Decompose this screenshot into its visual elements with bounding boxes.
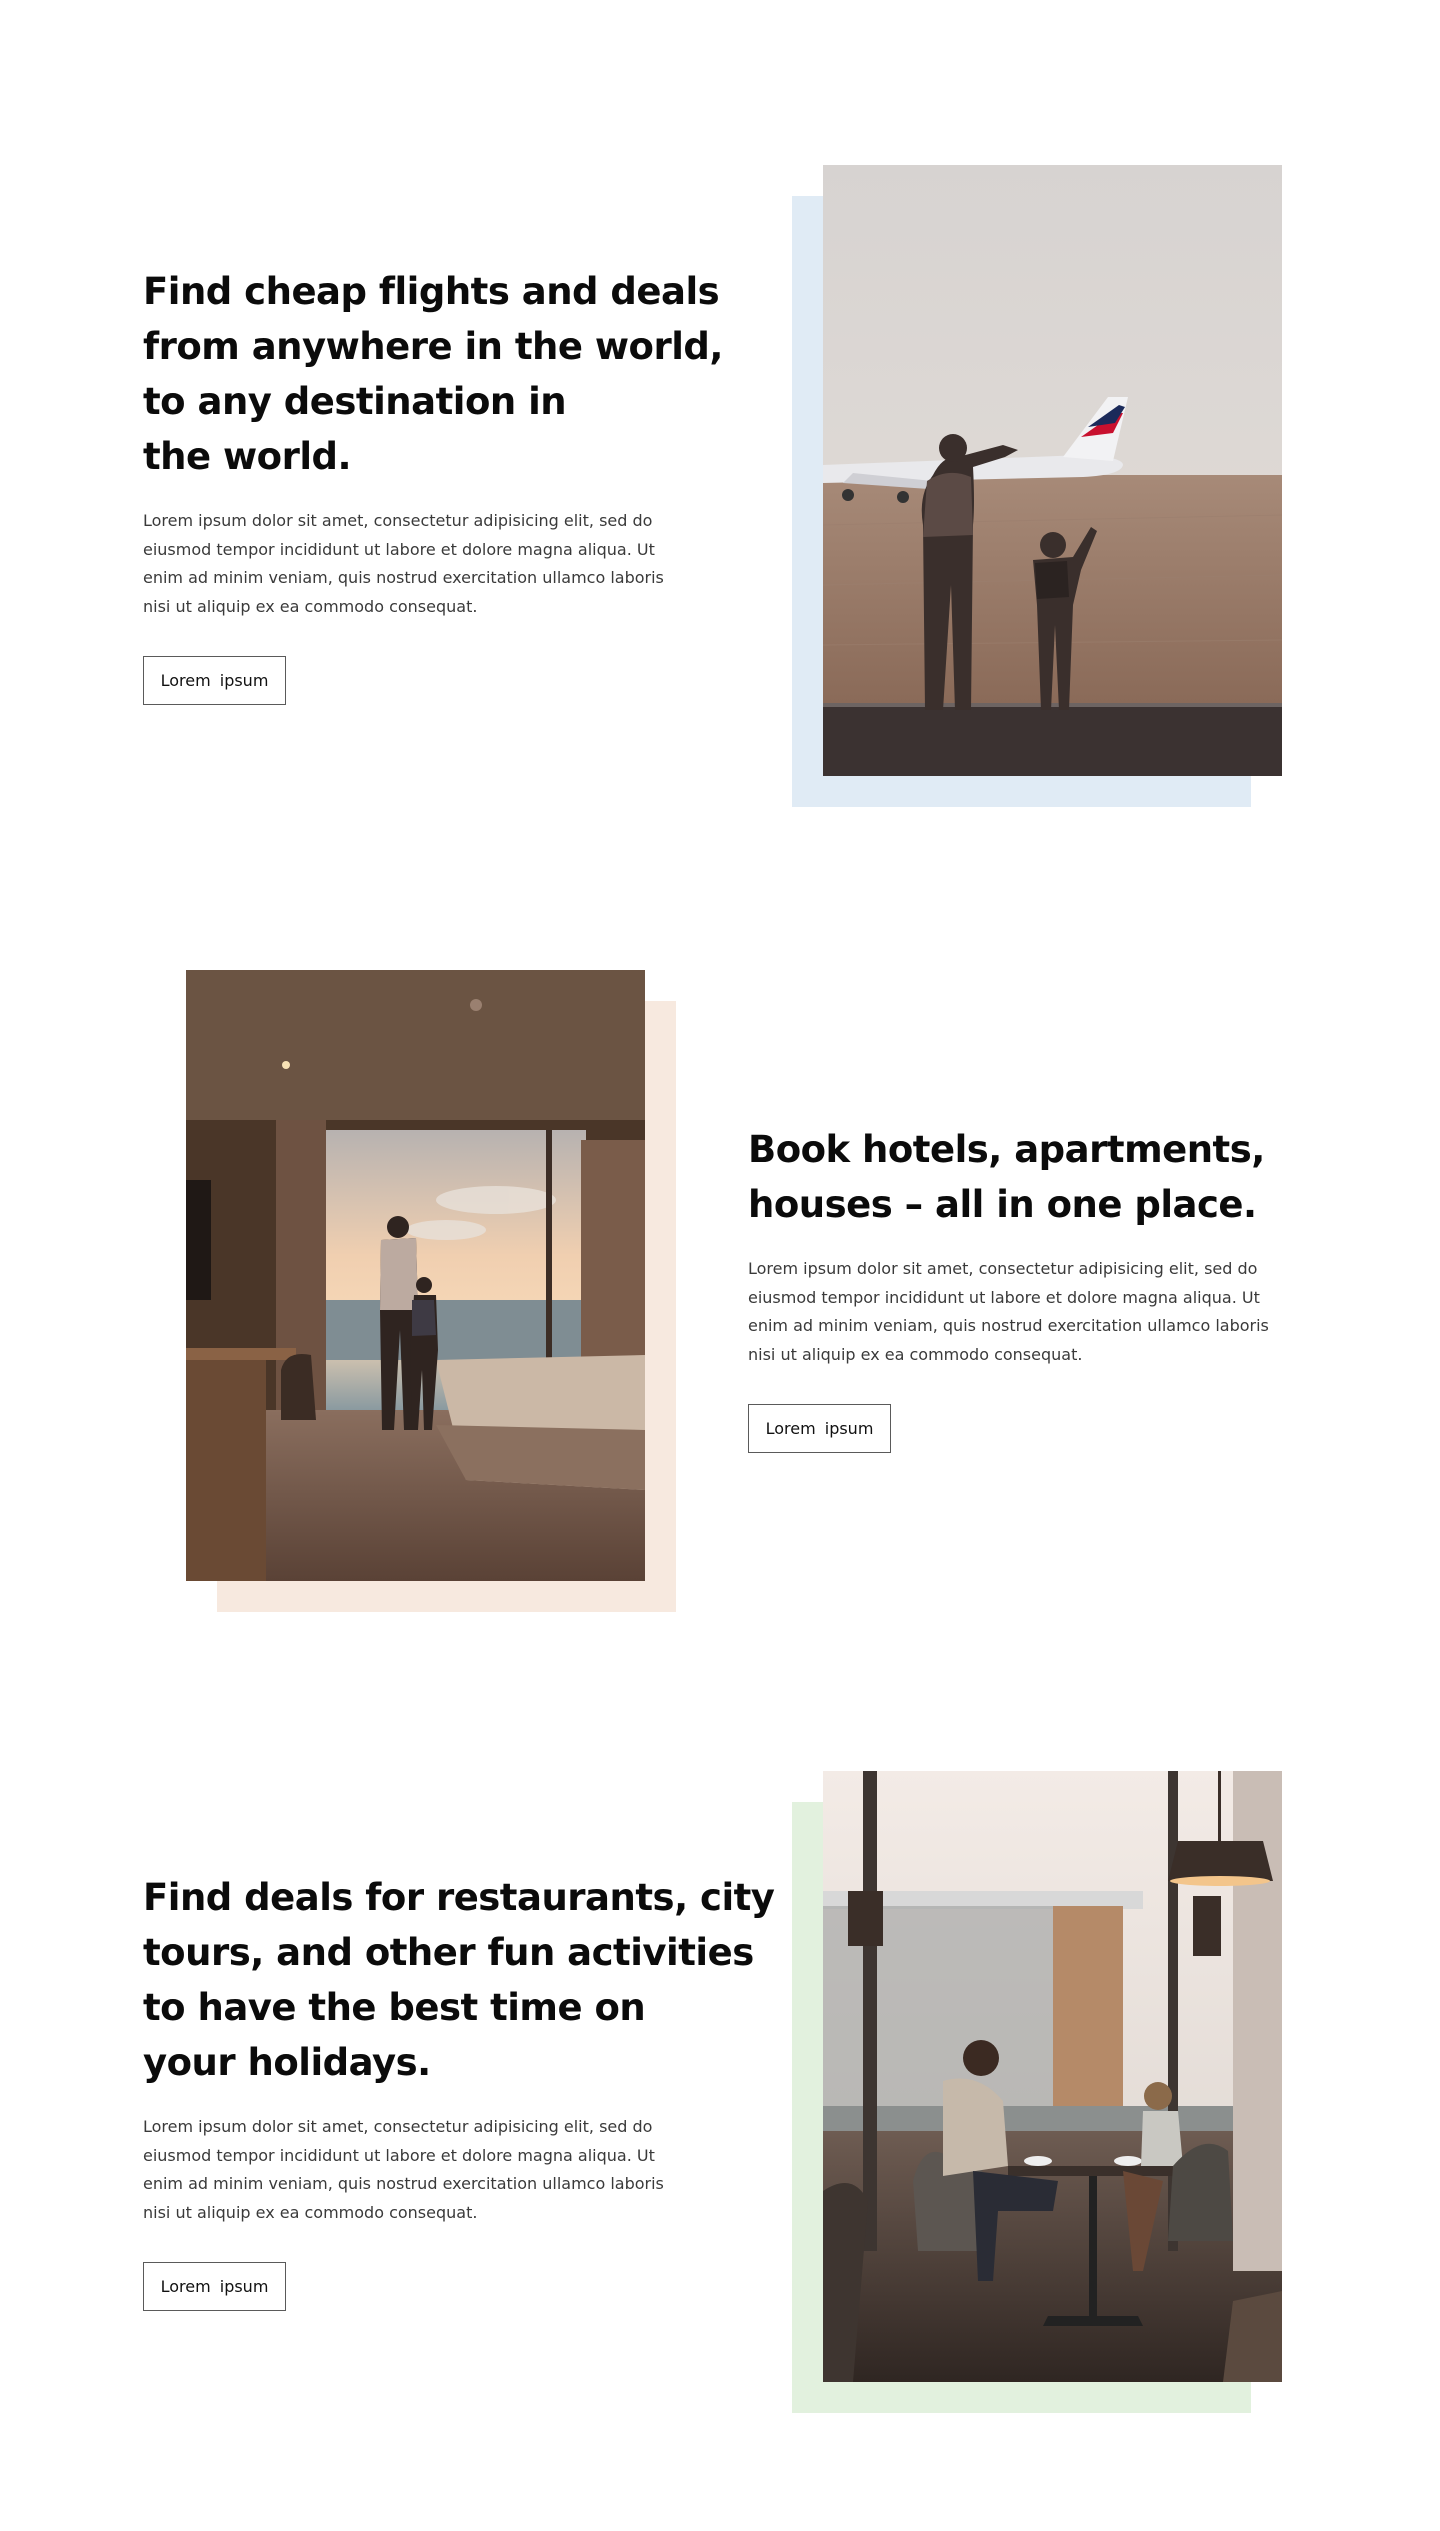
activities-cta-button[interactable]: Lorem ipsum [143, 2262, 286, 2311]
activities-heading: Find deals for restaurants, city tours, … [143, 1870, 775, 2090]
heading-line: Find deals for restaurants, city [143, 1876, 775, 1919]
heading-line: your holidays. [143, 2041, 431, 2084]
activities-description: Lorem ipsum dolor sit amet, consectetur … [143, 2113, 664, 2227]
body-line: enim ad minim veniam, quis nostrud exerc… [143, 2174, 664, 2193]
body-line: enim ad minim veniam, quis nostrud exerc… [143, 568, 664, 587]
body-line: nisi ut aliquip ex ea commodo consequat. [143, 596, 478, 616]
body-line: eiusmod tempor incididunt ut labore et d… [748, 1287, 1260, 1307]
hotels-heading: Book hotels, apartments, houses – all in… [748, 1122, 1265, 1232]
heading-line: tours, and other fun activities [143, 1931, 754, 1974]
body-line: Lorem ipsum dolor sit amet, consectetur … [748, 1259, 1258, 1278]
flights-description: Lorem ipsum dolor sit amet, consectetur … [143, 507, 664, 621]
activities-section: Find deals for restaurants, city tours, … [0, 1700, 1440, 2531]
father-son-hotel-room-image [186, 970, 645, 1581]
heading-line: Find cheap flights and deals [143, 270, 720, 313]
flights-section: Find cheap flights and deals from anywhe… [0, 0, 1440, 900]
hotels-description: Lorem ipsum dolor sit amet, consectetur … [748, 1255, 1269, 1369]
body-line: Lorem ipsum dolor sit amet, consectetur … [143, 511, 653, 530]
father-son-restaurant-image [823, 1771, 1282, 2382]
flights-cta-button[interactable]: Lorem ipsum [143, 656, 286, 705]
heading-line: Book hotels, apartments, [748, 1128, 1265, 1171]
hotels-section: Book hotels, apartments, houses – all in… [0, 900, 1440, 1700]
body-line: nisi ut aliquip ex ea commodo consequat. [748, 1344, 1083, 1364]
heading-line: from anywhere in the world, [143, 325, 723, 368]
heading-line: houses – all in one place. [748, 1183, 1257, 1226]
father-son-airplane-image [823, 165, 1282, 776]
heading-line: to any destination in [143, 380, 567, 423]
heading-line: to have the best time on [143, 1986, 646, 2029]
heading-line: the world. [143, 435, 352, 478]
flights-heading: Find cheap flights and deals from anywhe… [143, 264, 723, 484]
hotels-cta-button[interactable]: Lorem ipsum [748, 1404, 891, 1453]
body-line: eiusmod tempor incididunt ut labore et d… [143, 2145, 655, 2165]
body-line: eiusmod tempor incididunt ut labore et d… [143, 539, 655, 559]
body-line: enim ad minim veniam, quis nostrud exerc… [748, 1316, 1269, 1335]
body-line: nisi ut aliquip ex ea commodo consequat. [143, 2202, 478, 2222]
body-line: Lorem ipsum dolor sit amet, consectetur … [143, 2117, 653, 2136]
